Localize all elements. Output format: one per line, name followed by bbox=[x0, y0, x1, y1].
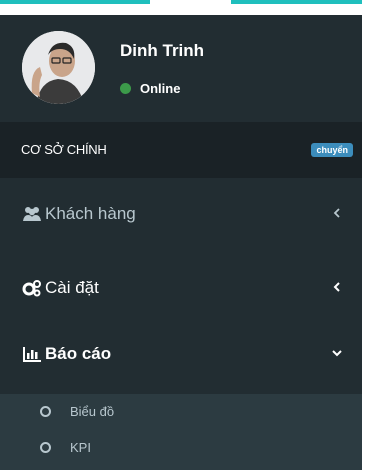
user-status: Online bbox=[120, 81, 180, 96]
switch-branch-badge[interactable]: chuyển bbox=[311, 143, 353, 157]
user-name: Dinh Trinh bbox=[120, 41, 205, 60]
submenu-item-kpi[interactable]: KPI bbox=[0, 430, 362, 470]
status-text: Online bbox=[140, 81, 181, 96]
avatar[interactable] bbox=[22, 31, 95, 104]
submenu-label: Biểu đồ bbox=[70, 404, 115, 419]
chevron-down-icon bbox=[332, 350, 342, 357]
circle-icon bbox=[40, 442, 51, 453]
menu-item-cai-dat[interactable]: Cài đặt bbox=[0, 256, 362, 320]
user-panel: Dinh Trinh Online bbox=[0, 15, 362, 119]
menu-label: Khách hàng bbox=[45, 204, 136, 223]
gears-icon bbox=[22, 280, 41, 297]
submenu-item-bieu-do[interactable]: Biểu đồ bbox=[0, 394, 362, 430]
top-bar bbox=[0, 0, 362, 15]
accent-bar-right bbox=[231, 0, 362, 4]
menu-label: Báo cáo bbox=[45, 344, 112, 363]
online-dot-icon bbox=[120, 83, 131, 94]
menu-label: Cài đặt bbox=[45, 278, 99, 297]
bar-chart-icon bbox=[23, 347, 41, 362]
users-icon bbox=[23, 207, 41, 221]
circle-icon bbox=[40, 406, 51, 417]
avatar-image bbox=[22, 31, 95, 104]
accent-bar-left bbox=[0, 0, 150, 4]
submenu-label: KPI bbox=[70, 440, 91, 455]
branch-label: CƠ SỞ CHÍNH bbox=[21, 142, 107, 157]
branch-header: CƠ SỞ CHÍNH chuyển bbox=[0, 122, 362, 178]
menu-item-bao-cao[interactable]: Báo cáo bbox=[0, 322, 362, 386]
sidebar: Dinh Trinh Online CƠ SỞ CHÍNH chuyển Khá… bbox=[0, 0, 362, 470]
chevron-left-icon bbox=[333, 208, 340, 218]
chevron-left-icon bbox=[333, 282, 340, 292]
menu-item-khach-hang[interactable]: Khách hàng bbox=[0, 182, 362, 246]
